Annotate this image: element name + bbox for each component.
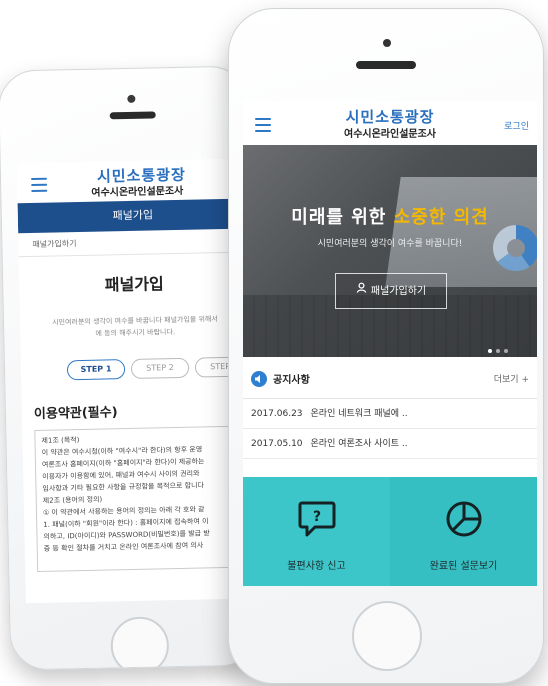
header: 시민소통광장 여수시온라인설문조사 로그인 <box>243 101 537 145</box>
quick-menu: ? 불편사항 신고 완료된 설문보기 <box>243 477 537 586</box>
step-indicator: STEP 1 STEP 2 STEP 3 <box>66 356 254 381</box>
logo-title[interactable]: 시민소통광장 <box>243 106 537 127</box>
page-description: 시민여러분의 생각이 여수를 바꿉니다 패널가입을 위해서 에 동의 해주시기 … <box>34 313 236 341</box>
tile-label: 불편사항 신고 <box>287 561 346 572</box>
pie-chart-icon <box>444 499 484 543</box>
user-icon <box>356 274 367 308</box>
hero-title: 미래를 위한 소중한 의견 <box>243 203 537 229</box>
notice-date: 2017.05.10 <box>251 439 303 449</box>
hero-title-highlight: 소중한 의견 <box>393 207 489 228</box>
notice-text: 온라인 여론조사 사이트 .. <box>310 439 408 449</box>
notice-section: 공지사항 더보기 + 2017.06.23 온라인 네트워크 패널에 .. 201… <box>243 357 537 459</box>
tile-label: 완료된 설문보기 <box>429 561 498 572</box>
menu-icon[interactable] <box>30 177 48 193</box>
panel-join-button[interactable]: 패널가입하기 <box>335 273 447 309</box>
notice-title: 공지사항 <box>273 375 310 386</box>
notice-text: 온라인 네트워크 패널에 .. <box>310 409 408 419</box>
back-phone: 시민소통광장 여수시온라인설문조사 패널가입 패널가입하기 패널가입 시민여러분… <box>0 65 261 671</box>
hero-subtitle: 시민여러분의 생각이 여수를 바꿉니다! <box>317 239 463 249</box>
home-button <box>110 616 170 671</box>
notice-item[interactable]: 2017.05.10 온라인 여론조사 사이트 .. <box>243 429 537 459</box>
hero-title-part: 미래를 위한 <box>291 207 394 228</box>
notice-item[interactable]: 2017.06.23 온라인 네트워크 패널에 .. <box>243 399 537 429</box>
megaphone-icon <box>251 371 267 387</box>
back-phone-screen: 시민소통광장 여수시온라인설문조사 패널가입 패널가입하기 패널가입 시민여러분… <box>16 158 256 604</box>
speaker-grille <box>109 111 156 120</box>
question-bubble-icon: ? <box>297 499 337 543</box>
more-link[interactable]: 더보기 + <box>494 372 529 385</box>
terms-box[interactable]: 제1조 (목적) 이 약관은 여수시청(이하 "여수시"라 한다)의 항후 운영… <box>34 424 256 572</box>
carousel-dots[interactable] <box>488 338 512 357</box>
terms-title: 이용약관(필수) <box>33 405 118 422</box>
step-2[interactable]: STEP 2 <box>130 357 190 379</box>
notice-date: 2017.06.23 <box>251 409 303 419</box>
page-band: 패널가입 <box>17 198 249 234</box>
panel-join-label: 패널가입하기 <box>370 286 427 297</box>
front-phone-screen: 시민소통광장 여수시온라인설문조사 로그인 미래를 위한 소중한 의견 시민여러… <box>243 101 537 586</box>
report-complaint-tile[interactable]: ? 불편사항 신고 <box>243 477 390 586</box>
header: 시민소통광장 여수시온라인설문조사 <box>17 158 248 203</box>
logo-subtitle: 여수시온라인설문조사 <box>91 185 184 199</box>
speaker-grille <box>356 61 416 69</box>
hero-banner: 미래를 위한 소중한 의견 시민여러분의 생각이 여수를 바꿉니다! 패널가입하… <box>243 145 537 357</box>
home-button <box>352 601 422 671</box>
step-1[interactable]: STEP 1 <box>66 359 126 381</box>
camera-icon <box>127 94 136 103</box>
login-link[interactable]: 로그인 <box>504 119 529 132</box>
breadcrumb: 패널가입하기 <box>18 228 249 258</box>
logo-subtitle: 여수시온라인설문조사 <box>344 129 436 140</box>
page-title: 패널가입 <box>104 274 164 295</box>
completed-surveys-tile[interactable]: 완료된 설문보기 <box>390 477 537 586</box>
notice-header: 공지사항 더보기 + <box>243 357 537 399</box>
camera-icon <box>383 39 391 47</box>
svg-text:?: ? <box>312 509 320 525</box>
front-phone: 시민소통광장 여수시온라인설문조사 로그인 미래를 위한 소중한 의견 시민여러… <box>228 8 544 684</box>
